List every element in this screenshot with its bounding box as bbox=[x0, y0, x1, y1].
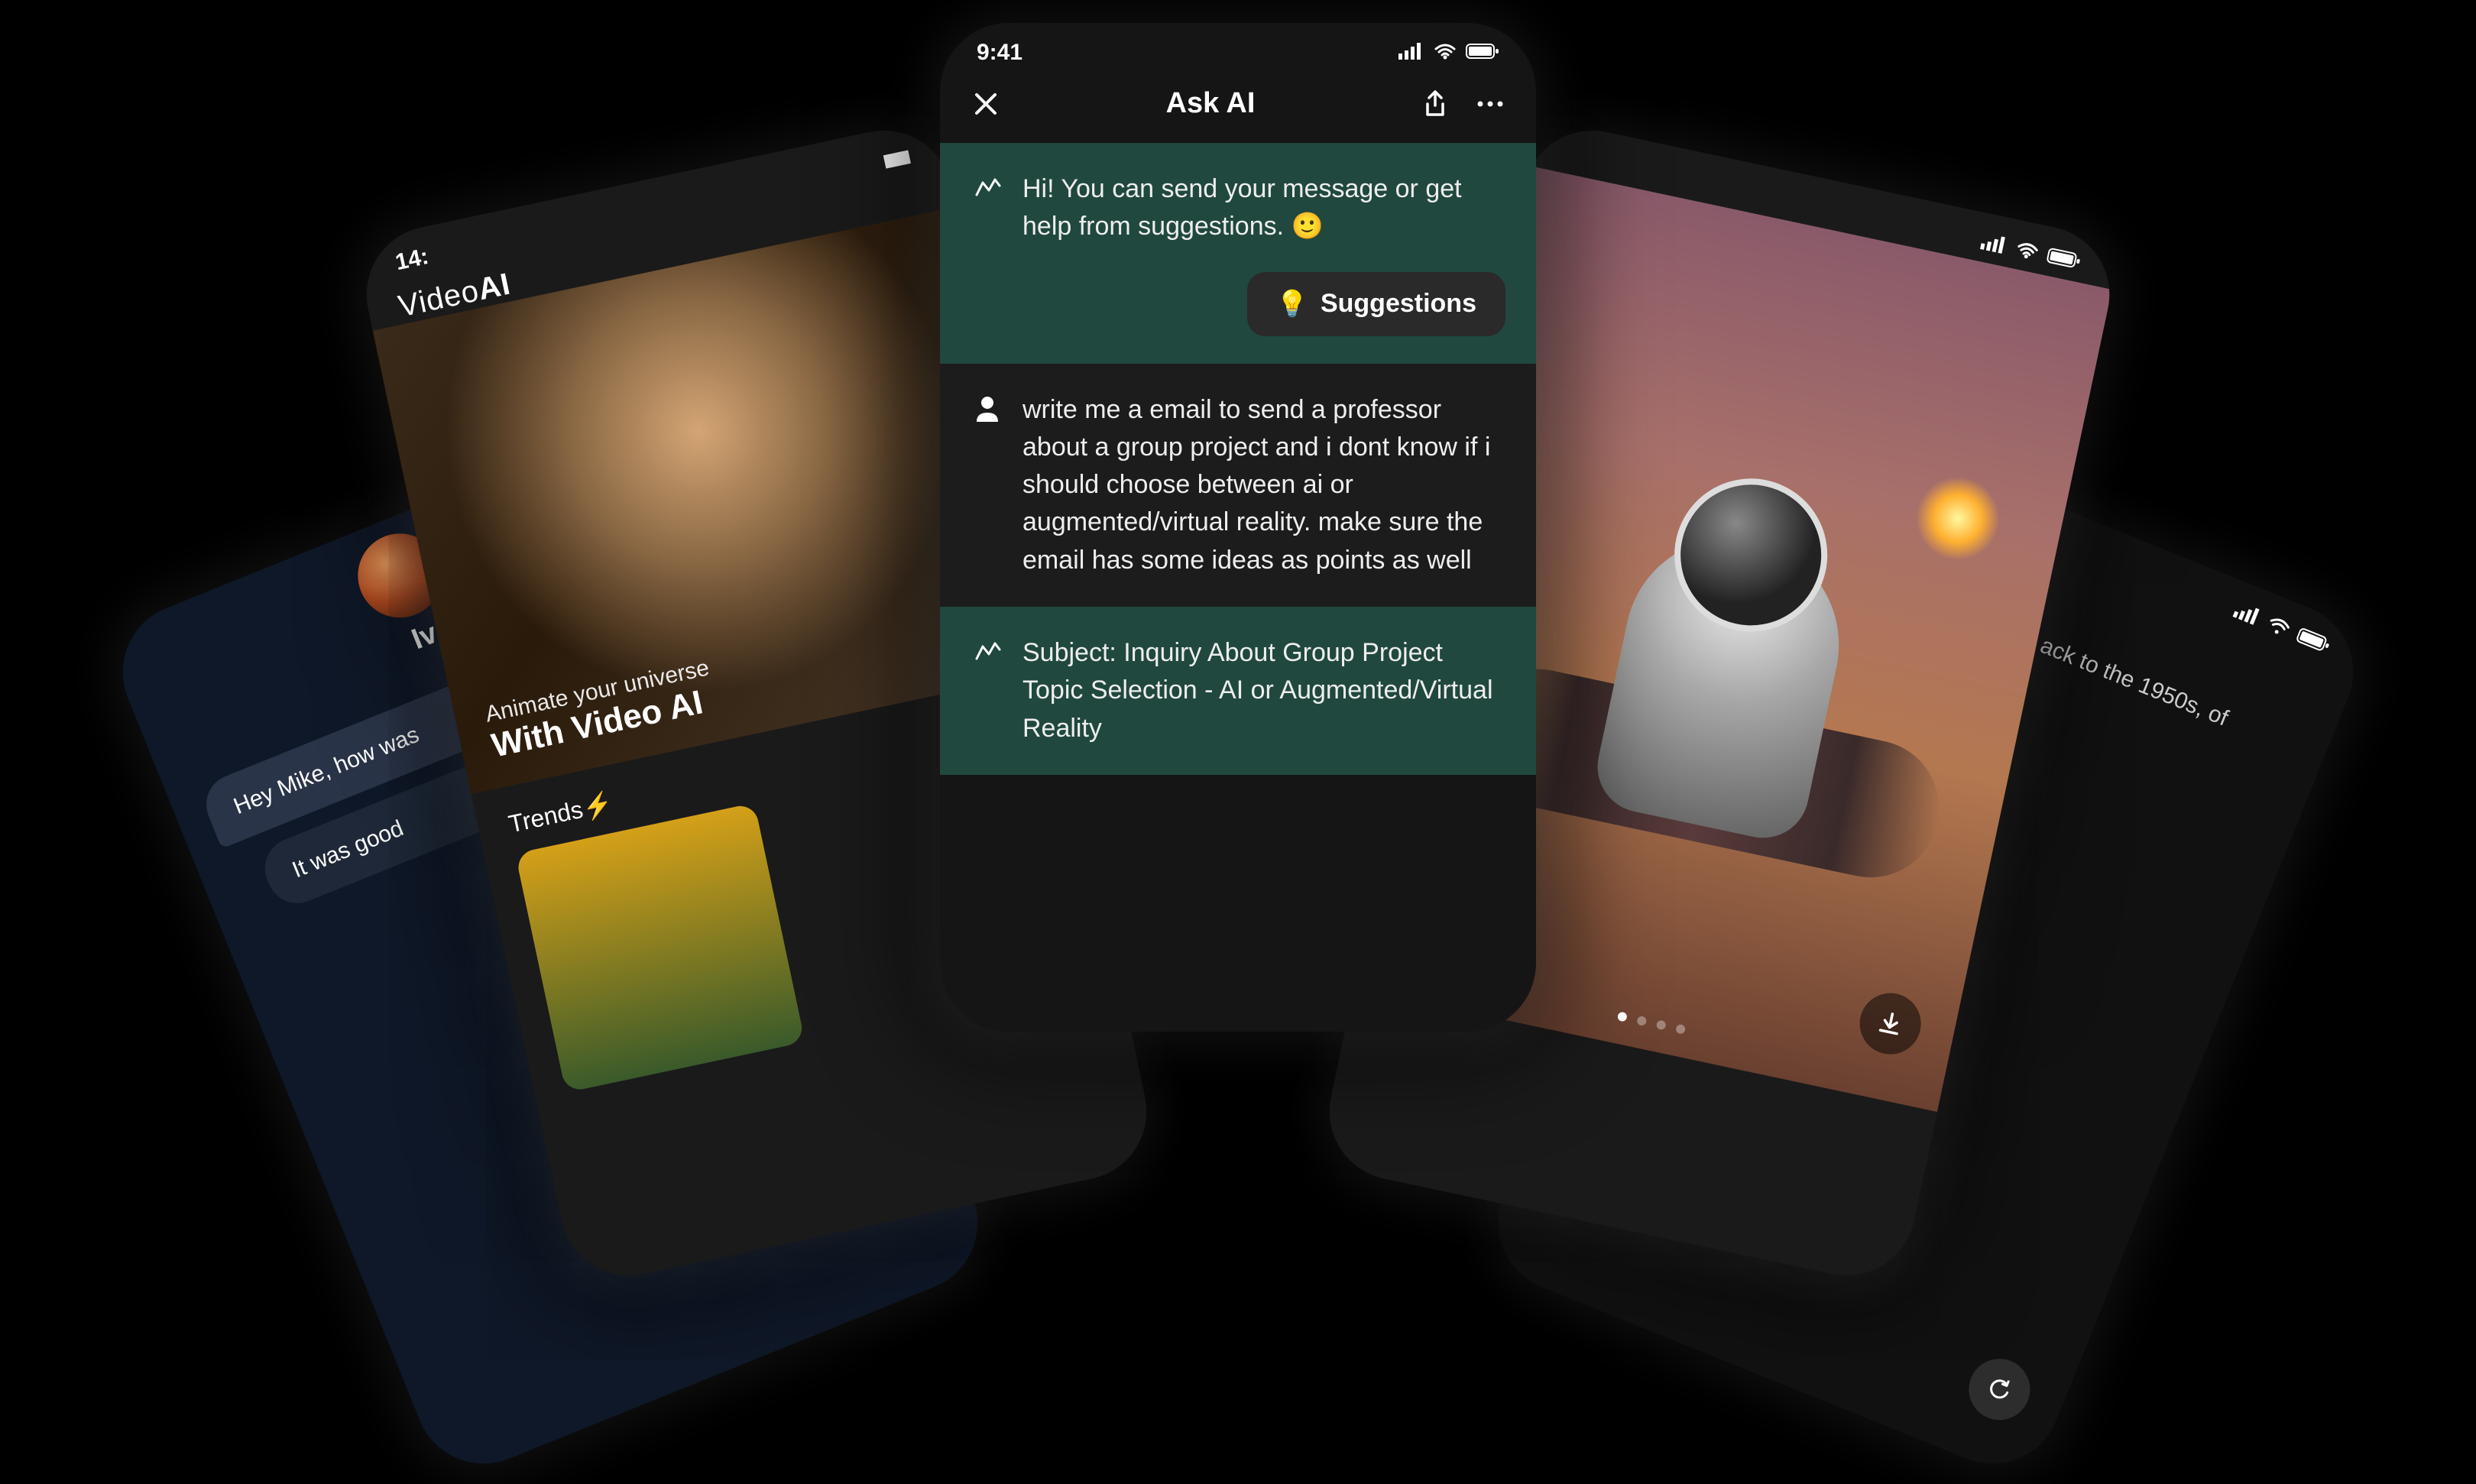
suggestions-label: Suggestions bbox=[1321, 289, 1476, 319]
signal-icon bbox=[1979, 229, 2009, 260]
battery-icon bbox=[2293, 624, 2334, 660]
ai-reply-block: Subject: Inquiry About Group Project Top… bbox=[940, 607, 1536, 775]
status-bar: 9:41 bbox=[940, 23, 1536, 72]
suggestions-button[interactable]: 💡 Suggestions bbox=[1247, 272, 1505, 336]
download-button[interactable] bbox=[1854, 987, 1927, 1060]
ai-reply-text: Subject: Inquiry About Group Project Top… bbox=[1022, 634, 1505, 747]
signal-icon bbox=[880, 142, 910, 173]
signal-icon bbox=[2230, 598, 2264, 632]
ai-greeting-block: Hi! You can send your message or get hel… bbox=[940, 143, 1536, 364]
user-message-text: write me a email to send a professor abo… bbox=[1022, 391, 1505, 579]
logo-text-bold: AI bbox=[475, 267, 514, 307]
user-message-block: write me a email to send a professor abo… bbox=[940, 364, 1536, 607]
user-avatar-icon bbox=[971, 391, 1004, 579]
refresh-button[interactable] bbox=[1959, 1350, 2039, 1429]
ai-avatar-icon bbox=[971, 634, 1004, 747]
phone-ask-ai: 9:41 Ask AI bbox=[940, 23, 1536, 1032]
status-time: 14: bbox=[394, 244, 431, 276]
status-time: 9:41 bbox=[977, 40, 1022, 66]
trend-tile[interactable] bbox=[515, 802, 805, 1093]
more-button[interactable] bbox=[1475, 89, 1505, 119]
page-title: Ask AI bbox=[1166, 87, 1256, 120]
battery-icon bbox=[1466, 40, 1499, 66]
battery-icon bbox=[2044, 244, 2082, 276]
wifi-icon bbox=[1434, 40, 1457, 66]
ai-avatar-icon bbox=[971, 170, 1004, 246]
nav-bar: Ask AI bbox=[940, 72, 1536, 143]
wifi-icon bbox=[2013, 237, 2040, 267]
ai-greeting-text: Hi! You can send your message or get hel… bbox=[1022, 170, 1505, 246]
wifi-icon bbox=[2263, 611, 2294, 644]
pager-dots[interactable] bbox=[1617, 1011, 1687, 1034]
signal-icon bbox=[1398, 40, 1424, 66]
close-button[interactable] bbox=[971, 89, 1001, 119]
share-button[interactable] bbox=[1420, 89, 1450, 119]
lightbulb-icon: 💡 bbox=[1276, 289, 1308, 319]
